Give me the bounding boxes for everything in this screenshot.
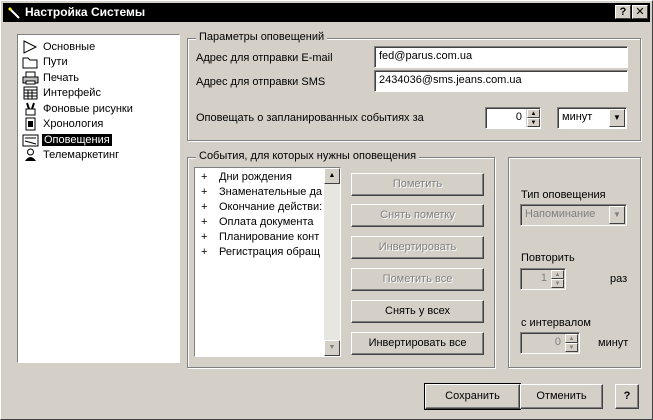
document-icon xyxy=(25,117,36,131)
list-item[interactable]: + Знаменательные да xyxy=(201,186,322,198)
tree-item-label: Фоновые рисунки xyxy=(43,103,133,115)
chevron-up-icon[interactable]: ▲ xyxy=(527,109,540,118)
notify-before-label: Оповещать о запланированных событиях за xyxy=(196,112,424,124)
mark-button[interactable]: Пометить xyxy=(351,173,484,196)
cancel-button[interactable]: Отменить xyxy=(520,384,603,409)
folder-icon xyxy=(22,57,38,69)
invert-button[interactable]: Инвертировать xyxy=(351,236,484,259)
invert-all-button[interactable]: Инвертировать все xyxy=(351,332,484,355)
interval-stepper[interactable]: ▲ ▼ xyxy=(564,334,578,352)
interval-unit-label: минут xyxy=(598,337,629,349)
printer-icon xyxy=(22,71,39,85)
email-field[interactable]: fed@parus.com.ua xyxy=(374,46,628,68)
repeat-label: Повторить xyxy=(521,252,575,264)
notify-unit-value: минут xyxy=(562,111,593,123)
tree-item-label: Основные xyxy=(43,41,96,53)
scroll-down-icon[interactable]: ▼ xyxy=(324,340,340,356)
list-item[interactable]: + Дни рождения xyxy=(201,171,292,183)
list-item[interactable]: + Оплата документа xyxy=(201,216,314,228)
arrow-shape-icon xyxy=(23,40,38,54)
mark-all-button[interactable]: Пометить все xyxy=(351,268,484,291)
scroll-up-icon[interactable]: ▲ xyxy=(324,168,340,184)
paint-brushes-icon xyxy=(25,102,36,116)
wand-icon xyxy=(8,7,20,19)
settings-tree[interactable]: Основные Пути Печать Интерфейс Фоновые р… xyxy=(17,34,180,363)
tree-item-label: Оповещения xyxy=(41,133,113,147)
unmark-all-button[interactable]: Снять у всех xyxy=(351,300,484,323)
chevron-down-icon[interactable]: ▼ xyxy=(565,343,578,352)
events-scrollbar[interactable]: ▲ ▼ xyxy=(324,168,340,356)
chevron-down-icon[interactable]: ▼ xyxy=(551,279,564,288)
settings-dialog: Настройка Системы ? ✕ Основные Пути Печа… xyxy=(0,0,653,420)
chevron-up-icon[interactable]: ▲ xyxy=(551,270,564,279)
events-list[interactable]: + Дни рождения + Знаменательные да + Оконча… xyxy=(194,167,341,357)
list-item[interactable]: + Планирование конт xyxy=(201,231,319,243)
repeat-unit-label: раз xyxy=(610,273,628,285)
expand-icon[interactable]: + xyxy=(201,231,219,243)
tree-item-label: Пути xyxy=(43,56,68,68)
notify-type-select[interactable]: Напоминание ▼ xyxy=(520,204,627,226)
notify-unit-select[interactable]: минут ▼ xyxy=(557,107,627,129)
notify-type-label: Тип оповещения xyxy=(521,189,606,201)
help-title-button[interactable]: ? xyxy=(615,5,631,19)
list-item[interactable]: + Окончание действи: xyxy=(201,201,322,213)
window-title: Настройка Системы xyxy=(25,5,146,19)
title-bar[interactable]: Настройка Системы ? ✕ xyxy=(3,3,650,22)
expand-icon[interactable]: + xyxy=(201,216,219,228)
person-icon xyxy=(25,148,36,161)
notification-panel-icon xyxy=(22,134,39,147)
tree-item-label: Хронология xyxy=(43,118,104,130)
params-group-label: Параметры оповещений xyxy=(196,31,328,43)
repeat-stepper[interactable]: ▲ ▼ xyxy=(550,270,564,288)
close-button[interactable]: ✕ xyxy=(632,5,648,19)
expand-icon[interactable]: + xyxy=(201,186,219,198)
expand-icon[interactable]: + xyxy=(201,201,219,213)
tree-item-label: Интерфейс xyxy=(43,87,101,99)
help-button[interactable]: ? xyxy=(615,384,639,409)
email-label: Адрес для отправки E-mail xyxy=(196,52,333,64)
chevron-down-icon[interactable]: ▼ xyxy=(609,109,625,127)
expand-icon[interactable]: + xyxy=(201,171,219,183)
list-item[interactable]: + Регистрация обращ xyxy=(201,246,320,258)
interval-label: с интервалом xyxy=(521,317,591,329)
calendar-grid-icon xyxy=(23,86,38,100)
chevron-up-icon[interactable]: ▲ xyxy=(565,334,578,343)
expand-icon[interactable]: + xyxy=(201,246,219,258)
save-button[interactable]: Сохранить xyxy=(424,383,521,410)
unmark-button[interactable]: Снять пометку xyxy=(351,204,484,227)
sms-label: Адрес для отправки SMS xyxy=(196,76,326,88)
events-group-label: События, для которых нужны оповещения xyxy=(196,150,420,162)
tree-item-label: Печать xyxy=(43,72,80,84)
sms-field[interactable]: 2434036@sms.jeans.com.ua xyxy=(374,70,628,92)
notify-type-value: Напоминание xyxy=(525,208,596,220)
chevron-down-icon[interactable]: ▼ xyxy=(609,206,625,224)
notify-before-stepper[interactable]: ▲ ▼ xyxy=(526,109,540,127)
tree-item-label: Телемаркетинг xyxy=(43,149,120,161)
chevron-down-icon[interactable]: ▼ xyxy=(527,118,540,127)
